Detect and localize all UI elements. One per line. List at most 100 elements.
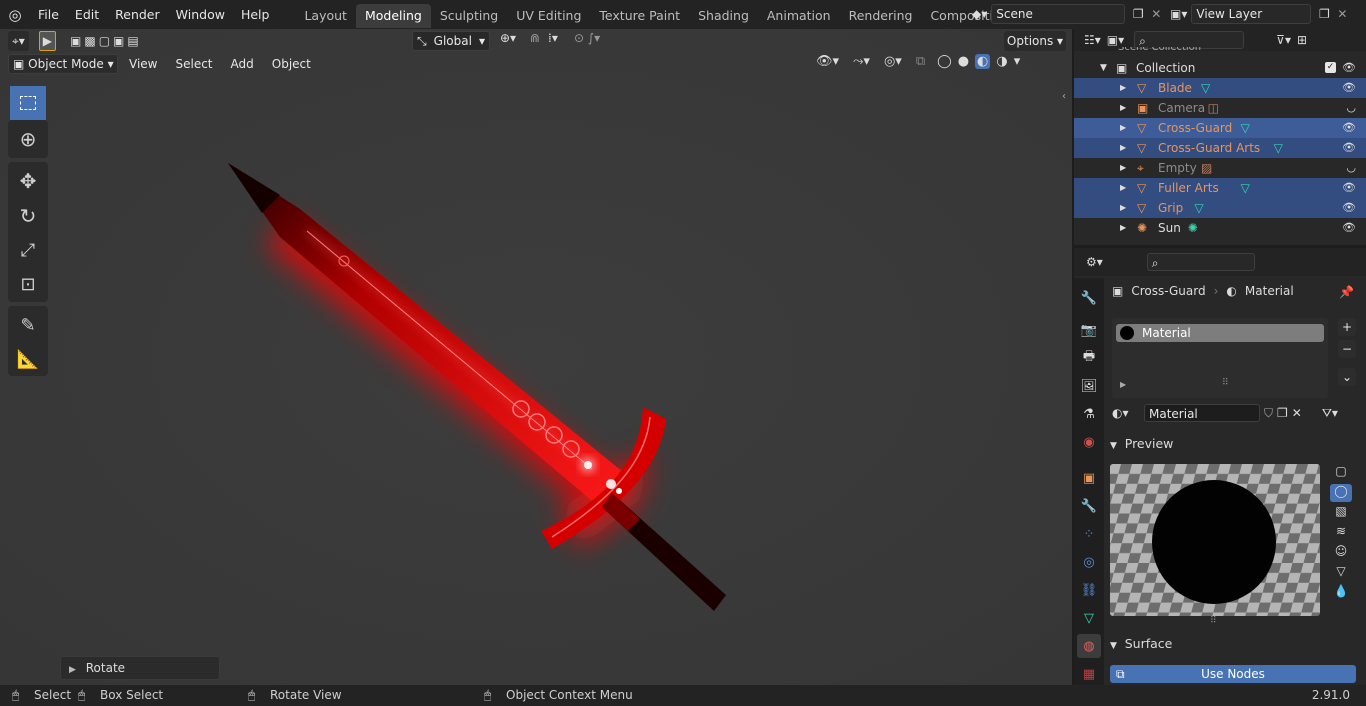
cursor-tool[interactable]: ⊕ [10, 122, 46, 156]
xray-icon[interactable]: ⧉ [916, 54, 925, 69]
tab-modeling[interactable]: Modeling [355, 4, 431, 28]
transform-tool[interactable]: ⊡ [10, 267, 46, 301]
preview-monkey-icon[interactable]: ☺ [1330, 544, 1352, 562]
properties-editor-icon[interactable]: ⚙▾ [1086, 255, 1103, 269]
unlink-material-icon[interactable]: ✕ [1292, 406, 1302, 420]
preview-panel-header[interactable]: ▼ Preview [1110, 434, 1358, 454]
eye-icon[interactable]: 👁 [1342, 138, 1356, 158]
outliner-row-camera[interactable]: ▶ ▣ Camera ◫ ◡ [1074, 98, 1366, 118]
solid-shading-icon[interactable]: ● [958, 54, 969, 69]
eye-icon[interactable]: 👁 [1342, 198, 1356, 218]
preview-resize-icon[interactable]: ⠿ [1210, 616, 1217, 626]
delete-scene-icon[interactable]: ✕ [1151, 7, 1165, 21]
scene-field[interactable]: Scene [991, 4, 1126, 24]
material-shading-icon[interactable]: ◐ [975, 54, 991, 69]
preview-cloth-icon[interactable]: ▽ [1330, 564, 1352, 582]
preview-cube-icon[interactable]: ▧ [1330, 504, 1352, 522]
options-dropdown[interactable]: Options ▾ [1004, 31, 1066, 51]
tool-tab-icon[interactable]: 🔧 [1077, 286, 1101, 310]
menu-help[interactable]: Help [233, 0, 278, 29]
fake-user-icon[interactable]: ⛉ [1264, 406, 1273, 421]
snap-target-icon[interactable]: ⁞▾ [548, 31, 570, 51]
view-layer-icon[interactable]: ▣▾ [1170, 7, 1187, 21]
mesh-data-icon[interactable]: ▽ [1274, 138, 1283, 158]
constraints-tab-icon[interactable]: ⛓ [1077, 578, 1101, 602]
tab-rendering[interactable]: Rendering [840, 4, 922, 28]
scene-collection-row[interactable]: Scene Collection [1118, 47, 1201, 53]
material-name-field[interactable]: Material [1144, 404, 1260, 422]
outliner-row-empty[interactable]: ▶ ⌖ Empty ▨ ◡ [1074, 158, 1366, 178]
texture-tab-icon[interactable]: ▦ [1077, 662, 1101, 686]
annotate-tool[interactable]: ✎ [10, 308, 46, 342]
tool-settings-icon[interactable]: ▶ [38, 31, 57, 51]
shading-options-icon[interactable]: ▾ [1014, 54, 1021, 69]
mesh-data-icon[interactable]: ▽ [1241, 118, 1250, 138]
slot-specials-button[interactable]: ⌄ [1338, 368, 1356, 386]
light-data-icon[interactable]: ✺ [1188, 218, 1198, 238]
viewport-menu-select[interactable]: Select [168, 54, 219, 74]
viewport-menu-object[interactable]: Object [265, 54, 318, 74]
gizmo-icon[interactable]: ⤳▾ [853, 54, 870, 69]
mode-dropdown[interactable]: ▣ Object Mode ▾ [8, 54, 118, 74]
empty-data-icon[interactable]: ▨ [1201, 158, 1212, 178]
outliner-row-grip[interactable]: ▶ ▽ Grip ▽ 👁 [1074, 198, 1366, 218]
select-mode-icons[interactable]: ▣▩▢▣▤ [70, 34, 142, 48]
hidden-eye-icon[interactable]: ◡ [1346, 158, 1356, 178]
material-browse-icon[interactable]: ◐▾ [1112, 406, 1140, 420]
camera-data-icon[interactable]: ◫ [1208, 98, 1219, 118]
outliner-row-blade[interactable]: ▶ ▽ Blade ▽ 👁 [1074, 78, 1366, 98]
add-slot-button[interactable]: + [1338, 318, 1356, 336]
resize-handle-icon[interactable]: ⠿ [1222, 378, 1229, 388]
outliner-row-sun[interactable]: ▶ ✺ Sun ✺ 👁 [1074, 218, 1366, 238]
menu-window[interactable]: Window [168, 0, 233, 29]
remove-slot-button[interactable]: − [1338, 340, 1356, 358]
properties-editor[interactable]: ⚙▾ ⌕ 🔧 📷 🖶 🖼 ⚗ ◉ ▣ 🔧 ⁘ ◎ ⛓ ▽ ◍ ▦ ▣ Cross… [1074, 248, 1366, 685]
material-slot[interactable]: Material [1116, 324, 1324, 342]
expand-arrow-icon[interactable]: ▶ [1120, 380, 1126, 389]
delete-view-layer-icon[interactable]: ✕ [1337, 7, 1351, 21]
expand-arrow-icon[interactable]: ▶ [1120, 98, 1126, 118]
collection-eye-icon[interactable]: 👁 [1342, 58, 1356, 78]
viewport-menu-view[interactable]: View [122, 54, 164, 74]
particles-tab-icon[interactable]: ⁘ [1077, 522, 1101, 546]
outliner-row-cross-guard[interactable]: ▶ ▽ Cross-Guard ▽ 👁 [1074, 118, 1366, 138]
tab-animation[interactable]: Animation [758, 4, 840, 28]
tab-uv-editing[interactable]: UV Editing [507, 4, 590, 28]
last-operator-panel[interactable]: ▶ Rotate [60, 656, 220, 680]
wireframe-shading-icon[interactable]: ◯ [937, 54, 952, 69]
expand-arrow-icon[interactable]: ▶ [1120, 218, 1126, 238]
mesh-data-icon[interactable]: ▽ [1241, 178, 1250, 198]
expand-arrow-icon[interactable]: ▶ [1120, 178, 1126, 198]
select-box-tool[interactable] [10, 86, 46, 120]
measure-tool[interactable]: 📐 [10, 342, 46, 376]
tab-shading[interactable]: Shading [689, 4, 758, 28]
modifier-tab-icon[interactable]: 🔧 [1077, 494, 1101, 518]
viewport-menu-add[interactable]: Add [224, 54, 261, 74]
overlay-icon[interactable]: ◎▾ [884, 54, 902, 69]
mesh-data-icon[interactable]: ▽ [1194, 198, 1203, 218]
view-layer-tab-icon[interactable]: 🖼 [1077, 374, 1101, 398]
expand-arrow-icon[interactable]: ▶ [1120, 118, 1126, 138]
scene-tab-icon[interactable]: ⚗ [1077, 402, 1101, 426]
3d-viewport[interactable]: ⌖▾ ▶ ▣▩▢▣▤ ⤡ Global ▾ ⊕▾ ⋒ ⁞▾ ⊙ ∫▾ Options… [0, 29, 1072, 685]
preview-sphere-icon[interactable]: ◯ [1330, 484, 1352, 502]
outliner-row-fuller-arts[interactable]: ▶ ▽ Fuller Arts ▽ 👁 [1074, 178, 1366, 198]
new-scene-icon[interactable]: ❐ [1129, 7, 1147, 21]
pivot-icon[interactable]: ⊕▾ [494, 31, 522, 51]
expand-arrow-icon[interactable]: ▶ [1120, 138, 1126, 158]
scene-icon[interactable]: ◆▾ [972, 7, 987, 21]
preview-flat-icon[interactable]: ▢ [1330, 464, 1352, 482]
use-nodes-button[interactable]: ⧉ Use Nodes [1110, 665, 1356, 683]
expand-arrow-icon[interactable]: ▶ [1120, 198, 1126, 218]
collection-checkbox[interactable]: ✓ [1325, 62, 1336, 73]
rendered-shading-icon[interactable]: ◑ [996, 54, 1007, 69]
proportional-icon[interactable]: ⊙ ∫▾ [574, 31, 614, 51]
expand-arrow-icon[interactable]: ▶ [1120, 158, 1126, 178]
visibility-icon[interactable]: 👁▾ [816, 54, 839, 69]
tab-sculpting[interactable]: Sculpting [431, 4, 507, 28]
render-tab-icon[interactable]: 📷 [1077, 318, 1101, 342]
node-tree-icon[interactable]: ⛛▾ [1322, 406, 1338, 421]
blender-logo-icon[interactable]: ◎ [0, 6, 30, 24]
sidebar-toggle-icon[interactable]: ‹ [1062, 91, 1066, 102]
eye-icon[interactable]: 👁 [1342, 78, 1356, 98]
